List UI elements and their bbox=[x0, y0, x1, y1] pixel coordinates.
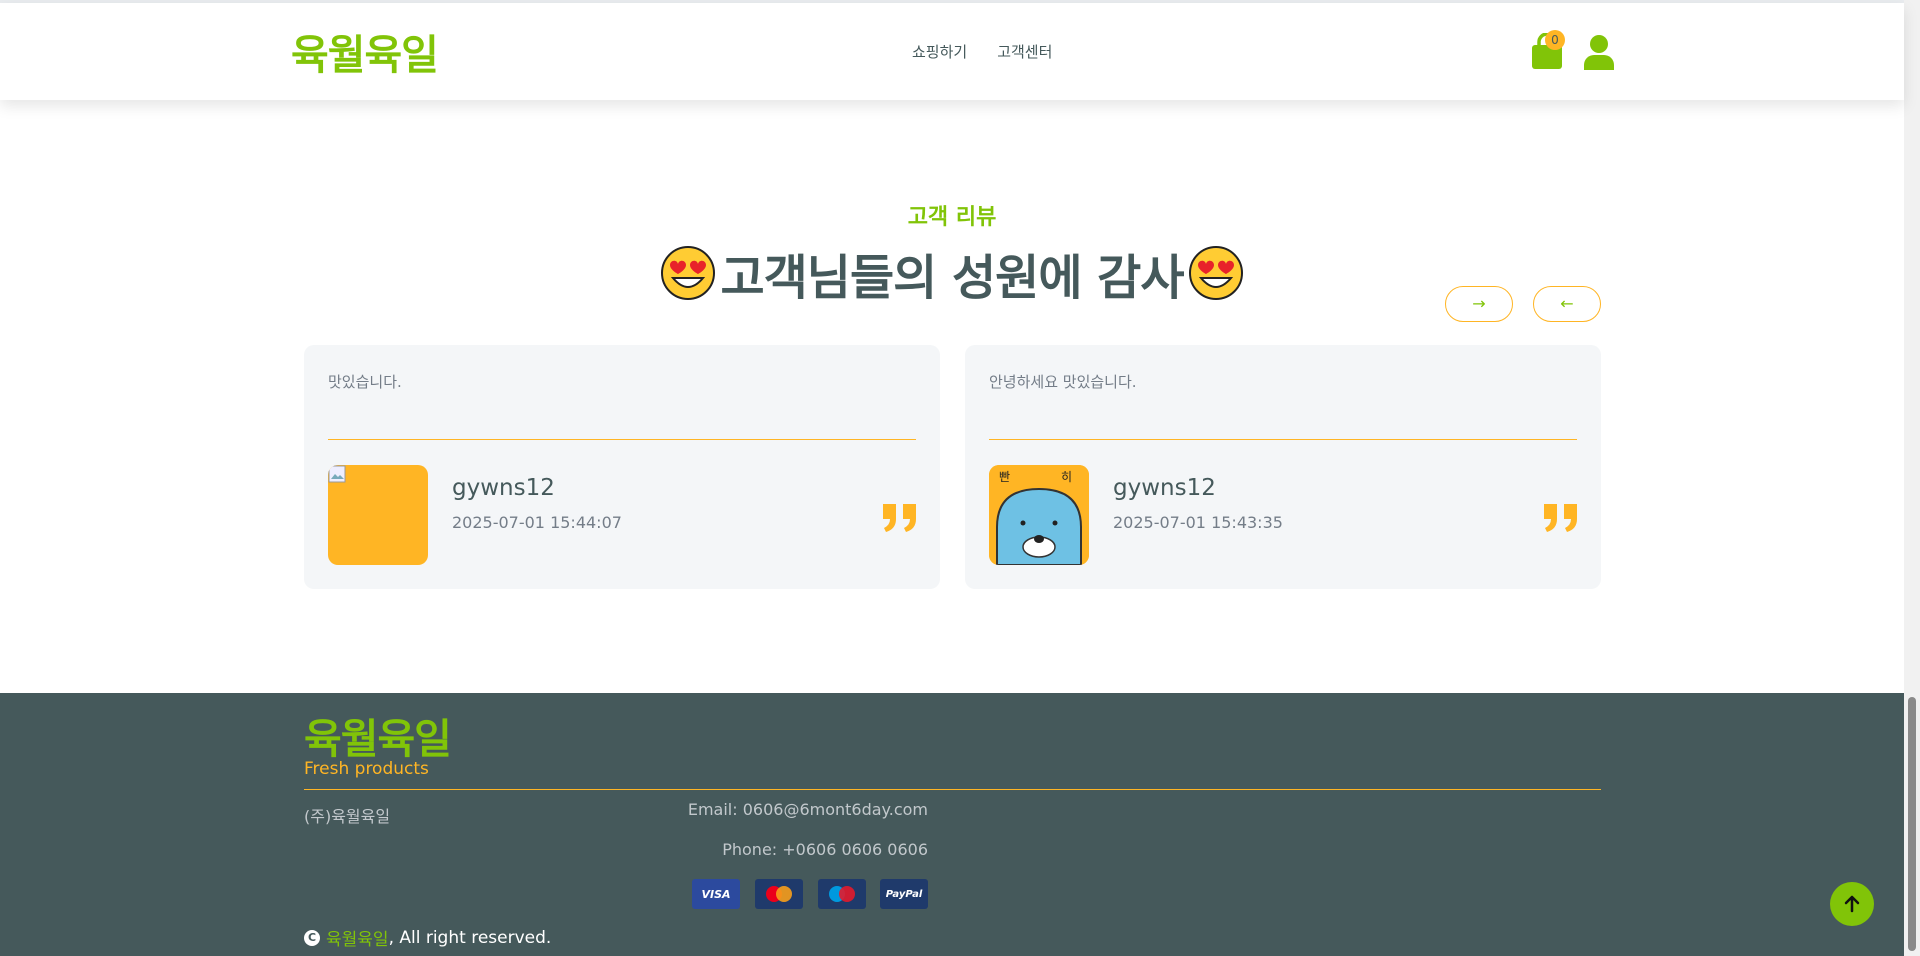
review-card: 안녕하세요 맛있습니다. 빤 히 gywns12 2025-07-01 15:4… bbox=[965, 345, 1601, 589]
footer-company: (주)육월육일 bbox=[304, 807, 391, 826]
copyright-icon: C bbox=[304, 929, 320, 946]
main-nav: 쇼핑하기 고객센터 bbox=[912, 41, 1052, 62]
arrow-left-icon: ← bbox=[1560, 294, 1574, 313]
reviewer-avatar bbox=[328, 465, 428, 565]
carousel-next-button[interactable]: → bbox=[1445, 286, 1513, 322]
reviewer-name: gywns12 bbox=[1113, 475, 1216, 501]
section-title-text: 고객님들의 성원에 감사 bbox=[720, 250, 1184, 306]
mastercard-logo-image bbox=[766, 886, 792, 902]
user-icon[interactable] bbox=[1583, 33, 1615, 71]
carousel-prev-button[interactable]: ← bbox=[1533, 286, 1601, 322]
review-date: 2025-07-01 15:43:35 bbox=[1113, 513, 1283, 532]
review-divider bbox=[328, 439, 916, 440]
maestro-icon bbox=[818, 879, 866, 909]
reviewer-avatar: 빤 히 bbox=[989, 465, 1089, 565]
site-header: 육월육일 쇼핑하기 고객센터 0 bbox=[0, 3, 1904, 100]
review-text: 맛있습니다. bbox=[328, 373, 402, 391]
section-subtitle: 고객 리뷰 bbox=[907, 205, 997, 230]
maestro-logo-image bbox=[829, 886, 855, 902]
copyright-text: , All right reserved. bbox=[388, 927, 552, 948]
copyright-brand-link[interactable]: 육월육일 bbox=[326, 925, 389, 950]
footer-tagline: Fresh products bbox=[304, 759, 429, 779]
heart-eyes-emoji-icon bbox=[1188, 246, 1243, 300]
reviewer-name: gywns12 bbox=[452, 475, 555, 501]
paypal-icon: PayPal bbox=[880, 879, 928, 909]
review-date: 2025-07-01 15:44:07 bbox=[452, 513, 622, 532]
footer-logo[interactable]: 육월육일 bbox=[304, 705, 452, 765]
section-title: 고객님들의 성원에 감사 bbox=[0, 238, 1904, 308]
footer-email: Email: 0606@6mont6day.com bbox=[687, 800, 928, 819]
svg-text:빤: 빤 bbox=[999, 470, 1010, 484]
review-card: 맛있습니다. gywns12 2025-07-01 15:44:07 bbox=[304, 345, 940, 589]
nav-item-shopping[interactable]: 쇼핑하기 bbox=[912, 41, 967, 62]
arrow-up-icon bbox=[1844, 895, 1860, 913]
nav-item-customer-center[interactable]: 고객센터 bbox=[997, 41, 1052, 62]
arrow-right-icon: → bbox=[1472, 294, 1486, 313]
site-footer: 육월육일 Fresh products (주)육월육일 Email: 0606@… bbox=[0, 693, 1904, 956]
svg-text:히: 히 bbox=[1061, 470, 1072, 484]
footer-divider bbox=[304, 789, 1601, 790]
quote-icon bbox=[1544, 504, 1577, 532]
review-divider bbox=[989, 439, 1577, 440]
site-logo[interactable]: 육월육일 bbox=[291, 21, 439, 81]
seal-avatar-image: 빤 히 bbox=[989, 465, 1089, 565]
scrollbar-thumb[interactable] bbox=[1908, 697, 1916, 951]
footer-copyright: C 육월육일, All right reserved. bbox=[304, 925, 551, 950]
mastercard-icon bbox=[755, 879, 803, 909]
back-to-top-button[interactable] bbox=[1830, 882, 1874, 926]
cart-count-badge: 0 bbox=[1545, 30, 1565, 50]
quote-icon bbox=[883, 504, 916, 532]
heart-eyes-emoji-icon bbox=[661, 246, 716, 300]
broken-image-icon bbox=[328, 465, 346, 483]
visa-icon: VISA bbox=[692, 879, 740, 909]
review-text: 안녕하세요 맛있습니다. bbox=[989, 373, 1137, 391]
footer-phone: Phone: +0606 0606 0606 bbox=[722, 840, 928, 859]
